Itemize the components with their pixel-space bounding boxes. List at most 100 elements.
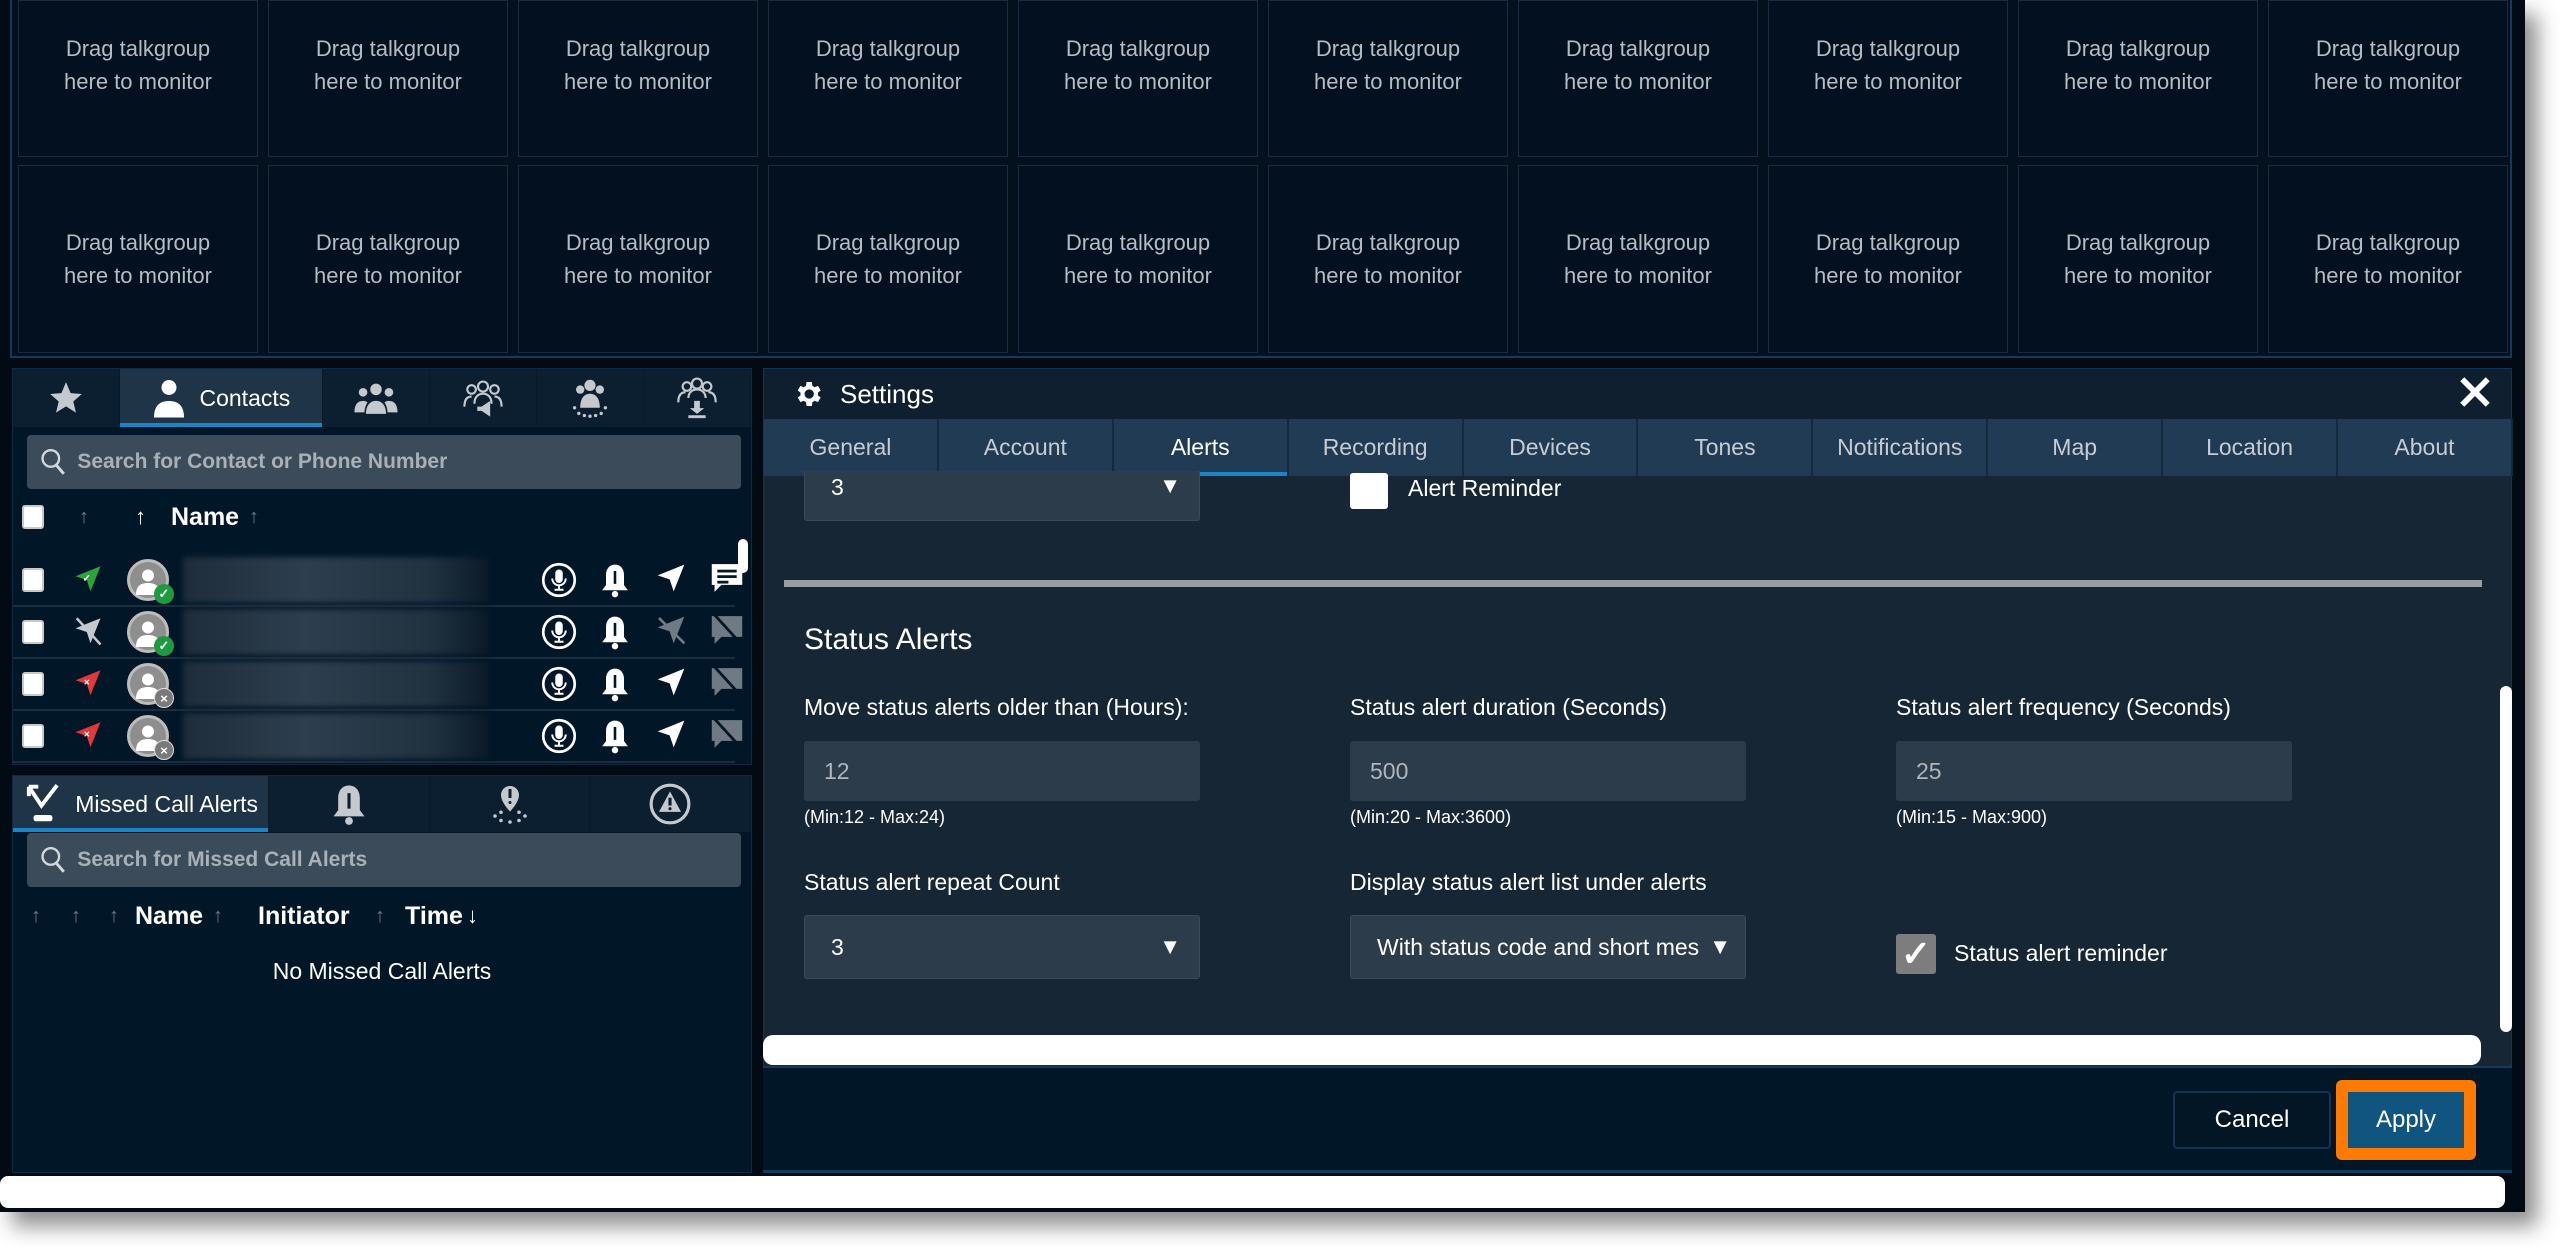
contact-search-input[interactable] [77, 450, 741, 474]
contact-row[interactable]: ✓ [13, 607, 744, 659]
sort-arrow-icon[interactable]: ↑ [71, 905, 81, 928]
sort-arrow-icon[interactable]: ↑ [213, 905, 223, 928]
tab-map[interactable]: Map [1988, 419, 2164, 476]
select-all-checkbox[interactable] [22, 505, 44, 529]
tab-favorites[interactable] [13, 369, 121, 427]
missed-call-search-box[interactable] [27, 833, 741, 887]
talkgroup-drop-slot[interactable]: Drag talkgroup here to monitor [2268, 165, 2508, 353]
contact-search-box[interactable] [27, 435, 741, 489]
location-button[interactable] [653, 666, 689, 702]
tab-recording[interactable]: Recording [1289, 419, 1464, 476]
name-column-header[interactable]: Name [171, 503, 239, 532]
sort-arrow-icon[interactable]: ↑ [135, 504, 146, 530]
tab-import-groups[interactable] [644, 369, 752, 427]
tab-geofence-alerts[interactable] [430, 776, 591, 832]
time-column-header[interactable]: Time [405, 902, 463, 931]
talkgroup-drop-slot[interactable]: Drag talkgroup here to monitor [268, 0, 508, 157]
talkgroup-drop-slot[interactable]: Drag talkgroup here to monitor [768, 0, 1008, 157]
repeat-count-select[interactable]: 3 ▼ [804, 915, 1200, 979]
talkgroup-drop-slot[interactable]: Drag talkgroup here to monitor [1518, 165, 1758, 353]
talkgroup-drop-slot[interactable]: Drag talkgroup here to monitor [768, 165, 1008, 353]
location-button[interactable] [653, 562, 689, 598]
contact-row[interactable]: × × [13, 659, 744, 711]
cancel-button[interactable]: Cancel [2173, 1091, 2331, 1149]
tab-dynamic-groups[interactable] [537, 369, 644, 427]
contact-row[interactable] [13, 763, 735, 765]
tab-alerts[interactable]: Alerts [1113, 419, 1289, 476]
sort-arrow-icon[interactable]: ↑ [249, 506, 259, 529]
talkgroup-drop-slot[interactable]: Drag talkgroup here to monitor [1268, 0, 1508, 157]
contact-checkbox[interactable] [22, 724, 44, 748]
sort-arrow-icon[interactable]: ↑ [109, 905, 119, 928]
settings-horizontal-scrollbar[interactable] [763, 1035, 2481, 1065]
tab-account[interactable]: Account [939, 419, 1114, 476]
tab-devices[interactable]: Devices [1464, 419, 1639, 476]
tab-groups[interactable] [323, 369, 430, 427]
talkgroup-drop-slot[interactable]: Drag talkgroup here to monitor [1768, 165, 2008, 353]
sort-desc-arrow-icon[interactable]: ↓ [467, 903, 478, 929]
alert-button[interactable] [597, 614, 633, 650]
contacts-scrollbar[interactable] [738, 539, 748, 573]
talkgroup-drop-slot[interactable]: Drag talkgroup here to monitor [1018, 165, 1258, 353]
tab-broadcast-groups[interactable] [430, 369, 537, 427]
ptt-call-button[interactable] [541, 666, 577, 702]
talkgroup-drop-slot[interactable]: Drag talkgroup here to monitor [1268, 165, 1508, 353]
tab-about[interactable]: About [2338, 419, 2513, 476]
alert-button[interactable] [597, 718, 633, 754]
alert-reminder-checkbox[interactable] [1350, 473, 1388, 509]
talkgroup-drop-slot[interactable]: Drag talkgroup here to monitor [518, 0, 758, 157]
talkgroup-drop-slot[interactable]: Drag talkgroup here to monitor [18, 0, 258, 157]
initiator-column-header[interactable]: Initiator [258, 902, 350, 931]
ptt-call-button[interactable] [541, 718, 577, 754]
location-button[interactable] [653, 718, 689, 754]
display-list-select[interactable]: With status code and short mes ▼ [1350, 915, 1746, 979]
tab-tones[interactable]: Tones [1638, 419, 1814, 476]
talkgroup-slot-text: Drag talkgroup [1565, 230, 1711, 255]
tab-location[interactable]: Location [2163, 419, 2339, 476]
talkgroup-drop-slot[interactable]: Drag talkgroup here to monitor [18, 165, 258, 353]
tab-missed-calls[interactable]: Missed Call Alerts [13, 776, 270, 832]
contact-row[interactable]: ✓ ✓ [13, 555, 743, 607]
contact-row[interactable]: × × [13, 711, 744, 763]
name-column-header[interactable]: Name [135, 902, 203, 931]
talkgroup-drop-slot[interactable]: Drag talkgroup here to monitor [1018, 0, 1258, 157]
frequency-input[interactable] [1896, 741, 2292, 801]
alert-repeat-count-select[interactable]: 3 ▼ [804, 471, 1200, 521]
sort-arrow-icon[interactable]: ↑ [79, 506, 89, 529]
apply-button[interactable]: Apply [2348, 1092, 2464, 1148]
talkgroup-drop-slot[interactable]: Drag talkgroup here to monitor [518, 165, 758, 353]
tab-general[interactable]: General [764, 419, 939, 476]
duration-input[interactable] [1350, 741, 1746, 801]
talkgroup-drop-slot[interactable]: Drag talkgroup here to monitor [268, 165, 508, 353]
sort-arrow-icon[interactable]: ↑ [31, 905, 41, 928]
alert-button[interactable] [597, 666, 633, 702]
ptt-call-button[interactable] [541, 614, 577, 650]
talkgroup-drop-slot[interactable]: Drag talkgroup here to monitor [1768, 0, 2008, 157]
tab-status-alerts[interactable] [590, 776, 751, 832]
talkgroup-drop-slot[interactable]: Drag talkgroup here to monitor [2268, 0, 2508, 157]
location-button[interactable] [653, 614, 689, 650]
sort-arrow-icon[interactable]: ↑ [375, 905, 385, 928]
talkgroup-drop-slot[interactable]: Drag talkgroup here to monitor [1518, 0, 1758, 157]
missed-call-search-input[interactable] [77, 848, 741, 872]
alert-button[interactable] [597, 562, 633, 598]
talkgroup-slot-text: here to monitor [64, 263, 212, 288]
talkgroup-slot-text: here to monitor [1064, 68, 1212, 94]
contact-checkbox[interactable] [22, 672, 44, 696]
message-button[interactable] [709, 665, 745, 702]
tab-notifications[interactable]: Notifications [1813, 419, 1989, 476]
ptt-call-button[interactable] [541, 562, 577, 598]
message-button[interactable] [709, 717, 745, 754]
tab-emergency-alerts[interactable] [269, 776, 430, 832]
message-button[interactable] [709, 613, 745, 650]
close-button[interactable] [2455, 375, 2495, 415]
tab-contacts[interactable]: Contacts [120, 369, 323, 427]
move-older-input[interactable] [804, 741, 1200, 801]
talkgroup-drop-slot[interactable]: Drag talkgroup here to monitor [2018, 0, 2258, 157]
status-reminder-checkbox[interactable]: ✓ [1896, 934, 1936, 974]
settings-vertical-scrollbar[interactable] [2500, 686, 2512, 1032]
main-horizontal-scrollbar[interactable] [0, 1176, 2505, 1208]
contact-checkbox[interactable] [22, 620, 44, 644]
talkgroup-drop-slot[interactable]: Drag talkgroup here to monitor [2018, 165, 2258, 353]
contact-checkbox[interactable] [22, 568, 44, 592]
